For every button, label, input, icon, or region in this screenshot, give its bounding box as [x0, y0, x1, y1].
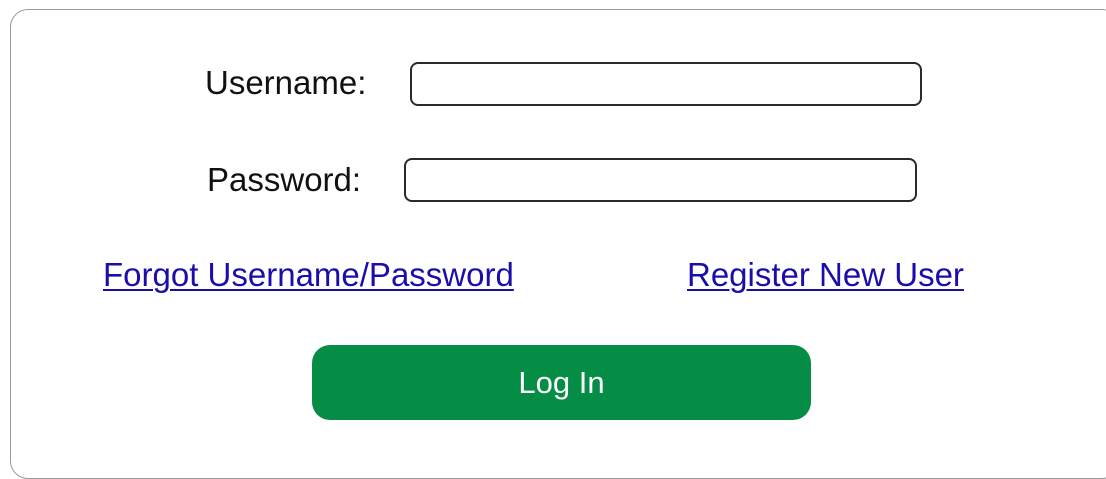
- register-new-user-link[interactable]: Register New User: [687, 255, 964, 295]
- password-input[interactable]: [404, 158, 917, 202]
- password-label: Password:: [207, 161, 362, 198]
- username-label: Username:: [205, 64, 367, 101]
- username-input[interactable]: [410, 62, 922, 106]
- forgot-username-password-link[interactable]: Forgot Username/Password: [103, 255, 514, 295]
- login-button[interactable]: Log In: [312, 345, 811, 420]
